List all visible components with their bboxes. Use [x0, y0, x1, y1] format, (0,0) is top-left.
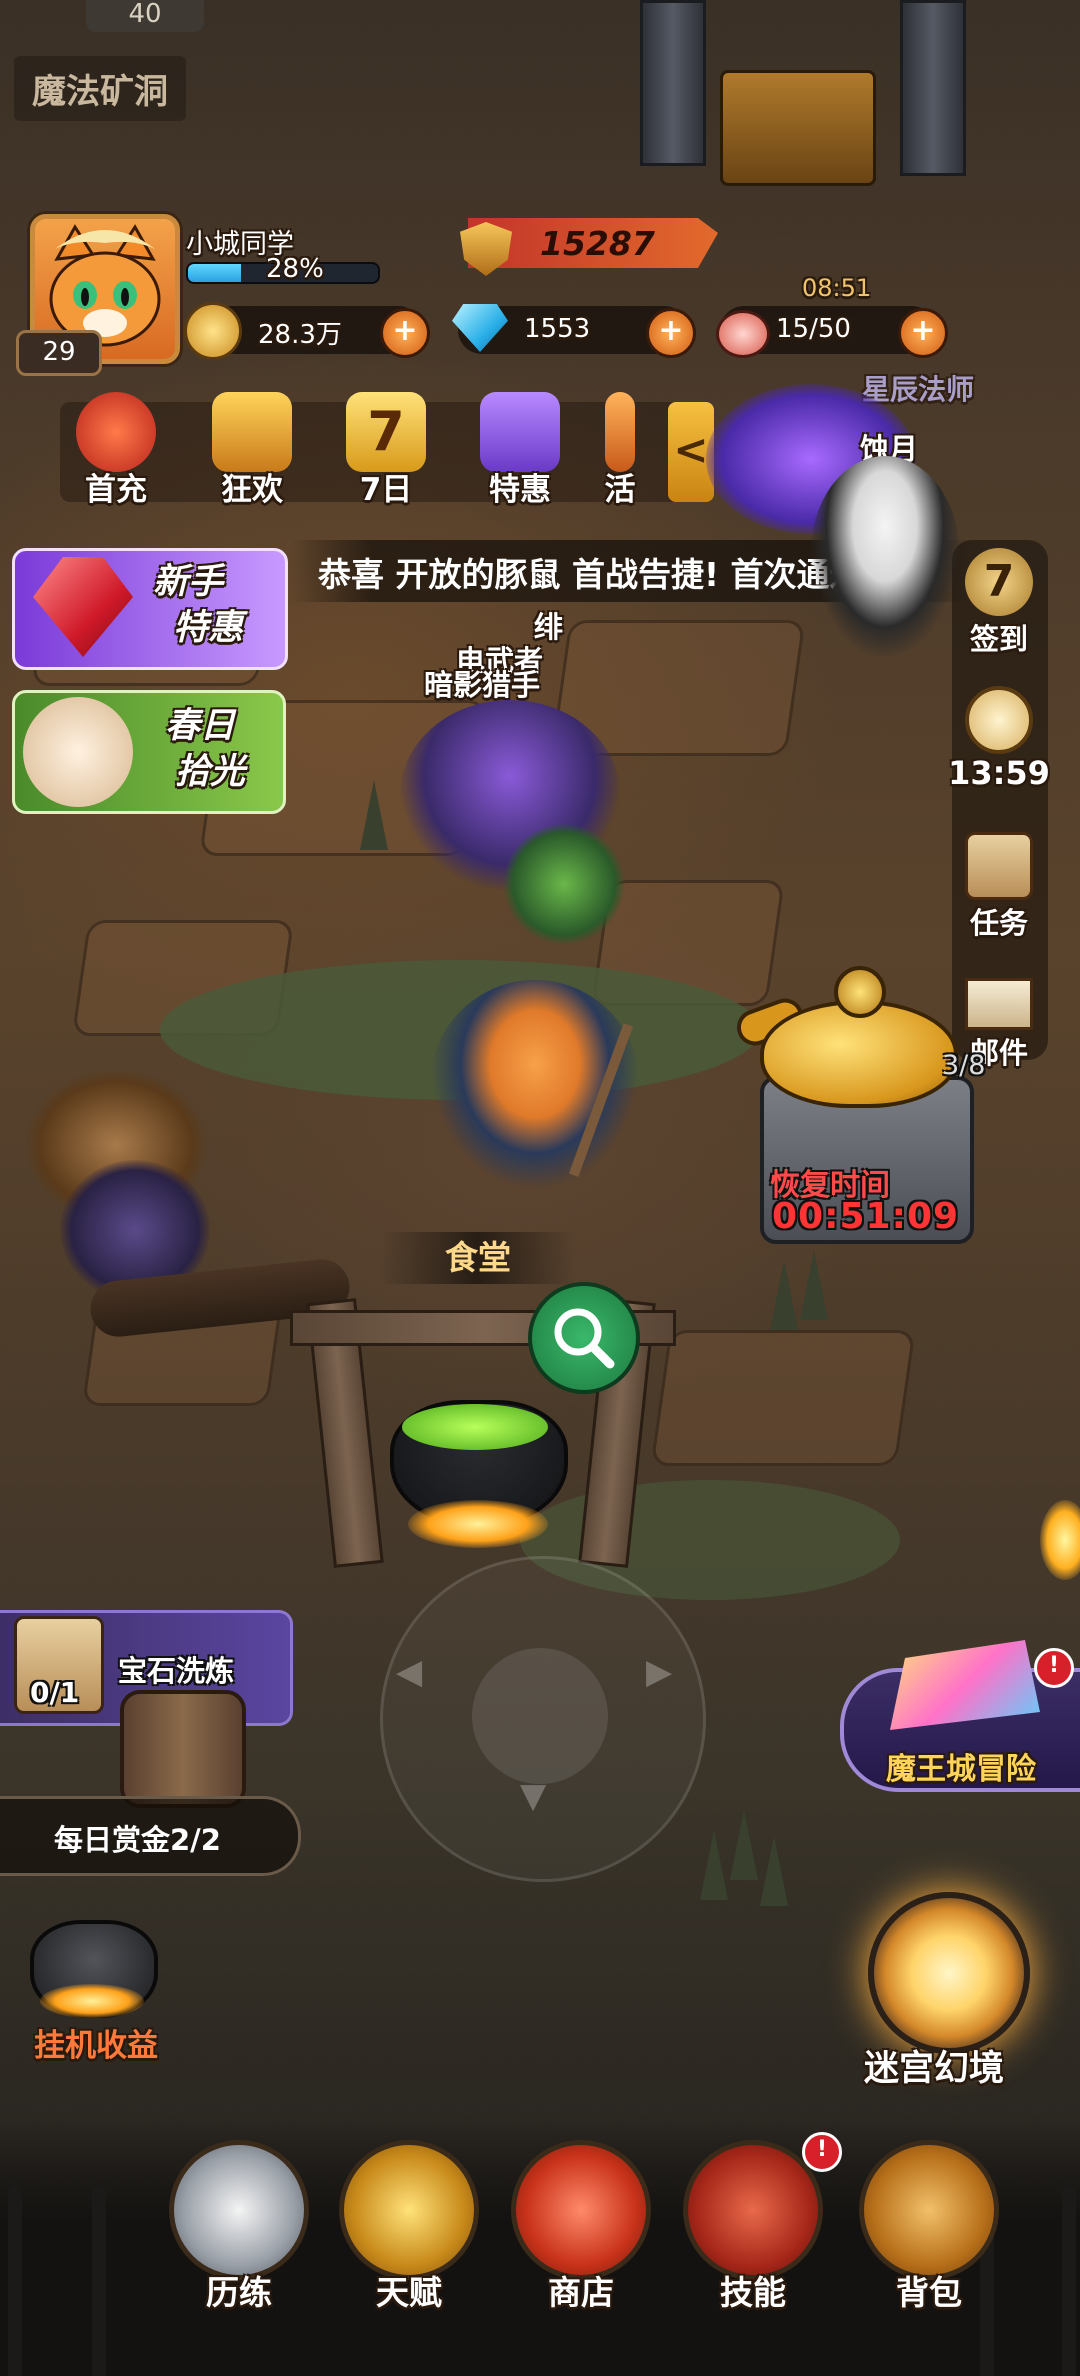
panda-warrior-sprite[interactable]: [810, 456, 960, 656]
carnival-chest-icon: [212, 392, 292, 472]
lamp-count: 3/8: [942, 1050, 986, 1081]
canteen-label[interactable]: 食堂: [380, 1232, 576, 1284]
spring-event-button[interactable]: 春日 拾光: [12, 690, 286, 814]
timer-value: 13:59: [948, 754, 1050, 792]
green-slime-sprite[interactable]: [504, 824, 624, 944]
xp-percent: 28%: [266, 254, 324, 284]
combat-power: 15287: [540, 224, 655, 263]
spring-event-line1: 春日: [165, 706, 236, 746]
backpack-icon: [859, 2140, 999, 2280]
nav-training-label: 历练: [206, 2273, 272, 2312]
meat-stamina-icon: [716, 310, 770, 358]
quest-board-icon: [965, 832, 1033, 900]
joystick-knob[interactable]: [472, 1648, 608, 1784]
nav-skills-label: 技能: [720, 2273, 786, 2312]
gift-box-icon: [480, 392, 560, 472]
spring-event-line2: 拾光: [175, 752, 246, 792]
newbie-offer-line2: 特惠: [173, 608, 244, 648]
demon-castle-alert-badge: !: [1034, 1648, 1074, 1688]
nav-skills[interactable]: 技能: [678, 2140, 828, 2314]
event-label: 狂欢: [221, 472, 283, 508]
barrel-prop: [120, 1690, 246, 1808]
stamina-amount: 15/50: [776, 314, 851, 344]
red-dragon-icon: [76, 392, 156, 472]
training-icon: [169, 2140, 309, 2280]
skill-book-icon: [683, 2140, 823, 2280]
event-label: 首充: [85, 472, 147, 508]
seven-day-icon: 7: [346, 392, 426, 472]
event-special-offer[interactable]: 特惠: [474, 392, 566, 509]
xp-bar-fill: [188, 264, 242, 282]
top-counter: 40: [86, 0, 204, 32]
torch-fire-icon: [1040, 1500, 1080, 1580]
stamina-timer: 08:51: [802, 274, 872, 302]
nav-shop-label: 商店: [548, 2273, 614, 2312]
maze-portal-icon[interactable]: [868, 1892, 1030, 2054]
event-first-recharge[interactable]: 首充: [70, 392, 162, 509]
nav-backpack[interactable]: 背包: [854, 2140, 1004, 2314]
nav-talent[interactable]: 天赋: [334, 2140, 484, 2314]
recover-timer: 00:51:09: [772, 1196, 960, 1237]
shop-icon: [511, 2140, 651, 2280]
quest-button[interactable]: 任务: [944, 832, 1054, 942]
joystick-down-icon: ▼: [520, 1776, 547, 1816]
newbie-offer-button[interactable]: 新手 特惠: [12, 548, 288, 670]
add-stamina-button[interactable]: +: [898, 308, 948, 358]
nav-training[interactable]: 历练: [164, 2140, 314, 2314]
add-gold-button[interactable]: +: [380, 308, 430, 358]
event-label: 活: [604, 472, 636, 508]
search-icon: [554, 1308, 615, 1369]
event-label: 特惠: [489, 472, 551, 508]
nav-shop[interactable]: 商店: [506, 2140, 656, 2314]
statue-base: [720, 70, 876, 186]
gem-amount: 1553: [524, 314, 591, 344]
spring-event-label: 春日 拾光: [155, 703, 245, 795]
magnifier-button[interactable]: [528, 1282, 640, 1394]
gem-refine-label: 宝石洗炼: [118, 1654, 235, 1688]
green-brew: [402, 1404, 548, 1450]
clock-icon: [965, 686, 1033, 754]
hunter-name: 暗影猎手: [424, 668, 541, 702]
area-name: 魔法矿洞: [14, 56, 186, 121]
gem-refine-count: 0/1: [30, 1676, 80, 1709]
quest-label: 任务: [969, 906, 1028, 940]
elf-portrait-icon: [23, 697, 133, 807]
talent-fist-icon: [339, 2140, 479, 2280]
mail-icon: [965, 978, 1033, 1030]
maze-label[interactable]: 迷宫幻境: [864, 2040, 1004, 2091]
nav-talent-label: 天赋: [376, 2273, 442, 2312]
demon-castle-label: 魔王城冒险: [886, 1752, 1036, 1787]
event-seven-day[interactable]: 7 7日: [340, 392, 432, 509]
lamp-lid: [834, 966, 886, 1018]
nav-backpack-label: 背包: [896, 2273, 962, 2312]
checkin-icon: 7: [965, 548, 1033, 616]
event-partial[interactable]: 活: [600, 392, 640, 509]
checkin-label: 签到: [969, 622, 1028, 656]
event-label: 7日: [359, 472, 413, 508]
newbie-offer-label: 新手 特惠: [133, 559, 243, 651]
joystick-right-icon: ▶: [646, 1652, 673, 1692]
stone-pillar: [640, 0, 706, 166]
player-level-badge: 29: [16, 330, 102, 376]
add-gems-button[interactable]: +: [646, 308, 696, 358]
fire-icon: [408, 1500, 548, 1548]
pot-fire-icon: [40, 1984, 144, 2018]
timer-button[interactable]: 13:59: [944, 686, 1054, 792]
stone-pillar: [900, 0, 966, 176]
skills-alert-badge: !: [802, 2132, 842, 2172]
newbie-offer-line1: 新手: [153, 562, 224, 602]
event-partial-icon: [605, 392, 635, 472]
daily-bounty-button[interactable]: 每日赏金2/2: [0, 1796, 301, 1876]
announcement-text: 恭喜 开放的豚鼠 首战告捷! 首次通过: [318, 555, 863, 594]
daily-bounty-label: 每日赏金2/2: [54, 1823, 221, 1857]
checkin-button[interactable]: 7 签到: [944, 548, 1054, 658]
idle-rewards-label[interactable]: 挂机收益: [34, 2020, 158, 2065]
gold-amount: 28.3万: [258, 320, 342, 350]
red-gem-icon: [33, 557, 133, 657]
joystick-left-icon: ◀: [396, 1652, 423, 1692]
event-carnival[interactable]: 狂欢: [206, 392, 298, 509]
gold-coin-icon: [184, 302, 242, 360]
